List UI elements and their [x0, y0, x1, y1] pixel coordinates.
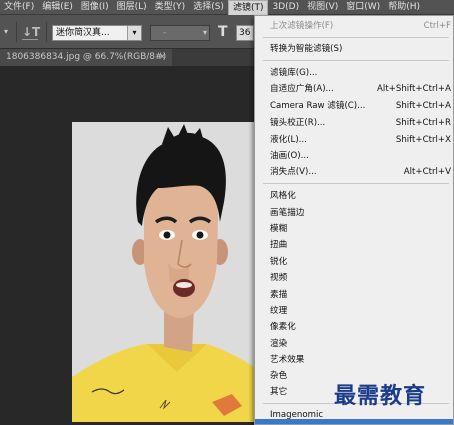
- menu-item-label: Camera Raw 滤镜(C)...: [270, 101, 366, 111]
- menu-item-lens-correction[interactable]: 镜头校正(R)... Shift+Ctrl+R: [255, 115, 453, 131]
- menu-item-distort[interactable]: 扭曲: [255, 237, 453, 253]
- menu-item-render[interactable]: 渲染: [255, 336, 453, 352]
- menu-item-last-filter[interactable]: 上次滤镜操作(F) Ctrl+F: [255, 18, 453, 34]
- menu-item-label: 艺术效果: [270, 355, 305, 365]
- menu-item-label: 风格化: [270, 191, 296, 201]
- options-divider: [16, 22, 17, 42]
- menu-view[interactable]: 视图(V): [303, 0, 342, 15]
- menu-3d[interactable]: 3D(D): [268, 0, 303, 15]
- menu-divider: [263, 183, 449, 184]
- options-divider: [46, 22, 47, 42]
- font-style-value: -: [163, 28, 167, 38]
- menu-item-label: 素描: [270, 290, 288, 300]
- font-size-input[interactable]: 36: [236, 25, 254, 41]
- menu-item-label: 渲染: [270, 339, 288, 349]
- menu-item-label: 液化(L)...: [270, 135, 307, 145]
- menu-type[interactable]: 类型(Y): [151, 0, 190, 15]
- text-orientation-icon[interactable]: ↓T: [22, 24, 40, 40]
- menu-item-shortcut: Alt+Shift+Ctrl+A: [377, 84, 451, 94]
- menu-item-label: 像素化: [270, 322, 296, 332]
- menu-item-label: 模糊: [270, 224, 288, 234]
- font-size-icon: T: [218, 24, 228, 40]
- font-size-value: 36: [239, 28, 251, 38]
- menu-item-adaptive-wide-angle[interactable]: 自适应广角(A)... Alt+Shift+Ctrl+A: [255, 81, 453, 97]
- menu-window[interactable]: 窗口(W): [342, 0, 384, 15]
- menu-item-oil-paint[interactable]: 油画(O)...: [255, 148, 453, 164]
- chevron-down-icon[interactable]: ▾: [203, 26, 207, 40]
- menu-edit[interactable]: 编辑(E): [38, 0, 77, 15]
- menu-item-label: 画笔描边: [270, 208, 305, 218]
- menu-item-liquify[interactable]: 液化(L)... Shift+Ctrl+X: [255, 132, 453, 148]
- document-image: [72, 122, 262, 422]
- font-family-select[interactable]: 迷你简汉真... ▾: [52, 25, 142, 41]
- menu-item-vanishing-point[interactable]: 消失点(V)... Alt+Ctrl+V: [255, 164, 453, 180]
- menu-image[interactable]: 图像(I): [77, 0, 113, 15]
- menu-file[interactable]: 文件(F): [0, 0, 38, 15]
- menu-divider: [263, 37, 449, 38]
- tool-preset-dropdown-icon[interactable]: ▾: [4, 27, 8, 36]
- menu-item-label: 扭曲: [270, 240, 288, 250]
- font-family-value: 迷你简汉真...: [56, 28, 110, 38]
- menu-item-video[interactable]: 视频: [255, 270, 453, 286]
- menu-item-pixelate[interactable]: 像素化: [255, 319, 453, 335]
- menu-bar: 文件(F) 编辑(E) 图像(I) 图层(L) 类型(Y) 选择(S) 滤镜(T…: [0, 0, 454, 15]
- menu-select[interactable]: 选择(S): [189, 0, 228, 15]
- close-icon[interactable]: ×: [158, 49, 166, 66]
- menu-item-label: 视频: [270, 273, 288, 283]
- document-tab-title: 1806386834.jpg @ 66.7%(RGB/8#): [6, 52, 167, 62]
- menu-item-camera-raw[interactable]: Camera Raw 滤镜(C)... Shift+Ctrl+A: [255, 98, 453, 114]
- menu-item-brush-strokes[interactable]: 画笔描边: [255, 205, 453, 221]
- menu-item-blur[interactable]: 模糊: [255, 221, 453, 237]
- chevron-down-icon[interactable]: ▾: [127, 26, 141, 40]
- menu-item-label: 上次滤镜操作(F): [270, 21, 334, 31]
- menu-item-shortcut: Shift+Ctrl+X: [395, 135, 451, 145]
- menu-item-label: 油画(O)...: [270, 151, 309, 161]
- menu-item-label: 其它: [270, 387, 288, 397]
- menu-item-label: 锐化: [270, 257, 288, 267]
- menu-item-label: 自适应广角(A)...: [270, 84, 334, 94]
- menu-item-label: 镜头校正(R)...: [270, 118, 326, 128]
- filter-menu-dropdown: 上次滤镜操作(F) Ctrl+F 转换为智能滤镜(S) 滤镜库(G)... 自适…: [254, 15, 454, 425]
- menu-item-artistic[interactable]: 艺术效果: [255, 352, 453, 368]
- watermark-text: 最需教育: [334, 383, 427, 409]
- menu-item-shortcut: Ctrl+F: [423, 21, 451, 31]
- menu-item-shortcut: Shift+Ctrl+R: [395, 118, 451, 128]
- menu-filter[interactable]: 滤镜(T): [227, 0, 269, 15]
- menu-layer[interactable]: 图层(L): [113, 0, 151, 15]
- menu-item-sketch[interactable]: 素描: [255, 287, 453, 303]
- menu-item-label: 滤镜库(G)...: [270, 68, 318, 78]
- menu-item-label: 纹理: [270, 306, 288, 316]
- portrait-photo: [72, 122, 262, 422]
- menu-item-stylize[interactable]: 风格化: [255, 188, 453, 204]
- menu-item-label: 消失点(V)...: [270, 167, 317, 177]
- menu-item-shortcut: Alt+Ctrl+V: [403, 167, 451, 177]
- menu-item-label: 杂色: [270, 371, 288, 381]
- font-style-select[interactable]: - ▾: [150, 25, 210, 41]
- menu-item-shortcut: Shift+Ctrl+A: [395, 101, 451, 111]
- document-tab[interactable]: 1806386834.jpg @ 66.7%(RGB/8#) ×: [0, 49, 172, 66]
- menu-item-sharpen[interactable]: 锐化: [255, 254, 453, 270]
- menu-item-label: 转换为智能滤镜(S): [270, 44, 343, 54]
- menu-scroll-highlight: [255, 419, 453, 424]
- menu-item-convert-smart-filter[interactable]: 转换为智能滤镜(S): [255, 41, 453, 57]
- photoshop-window: 文件(F) 编辑(E) 图像(I) 图层(L) 类型(Y) 选择(S) 滤镜(T…: [0, 0, 454, 425]
- menu-item-texture[interactable]: 纹理: [255, 303, 453, 319]
- menu-help[interactable]: 帮助(H): [384, 0, 424, 15]
- menu-divider: [263, 60, 449, 61]
- menu-item-filter-gallery[interactable]: 滤镜库(G)...: [255, 65, 453, 81]
